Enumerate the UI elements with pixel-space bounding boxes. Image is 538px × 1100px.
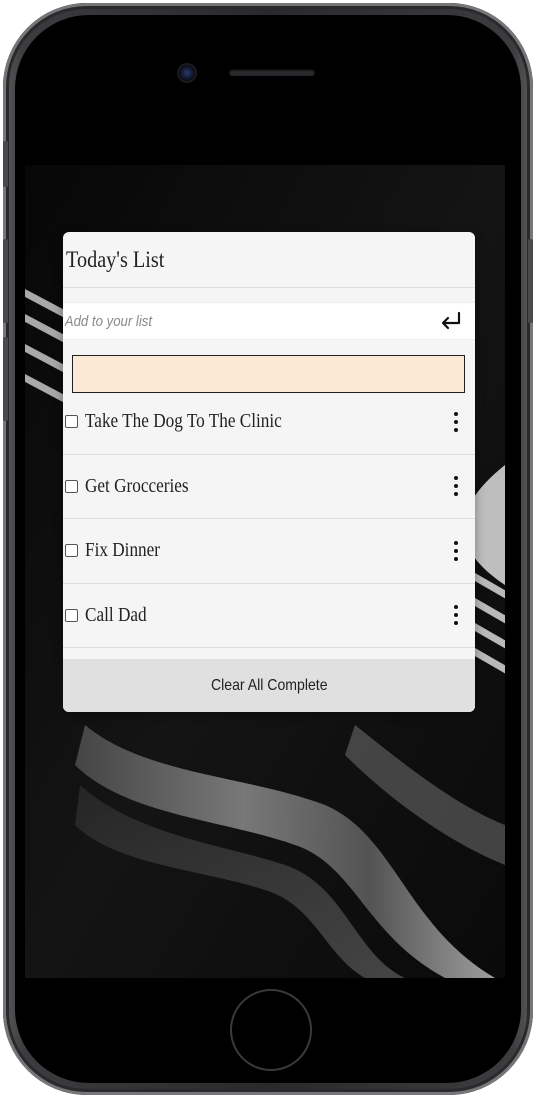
home-button[interactable] [230, 989, 312, 1071]
clear-all-complete-label: Clear All Complete [210, 676, 328, 694]
item-label: Get Grocceries [85, 474, 189, 497]
new-item-highlight-box [72, 355, 465, 393]
enter-return-icon[interactable] [437, 307, 465, 335]
todo-list: Take The Dog To The Clinic Get Groccerie… [63, 390, 475, 648]
item-checkbox[interactable] [65, 608, 78, 622]
list-item: Get Grocceries [63, 455, 475, 519]
kebab-menu-icon[interactable] [449, 537, 463, 565]
clear-all-complete-button[interactable]: Clear All Complete [63, 659, 475, 712]
mute-switch [3, 141, 8, 187]
todo-card: Today's List Take The Dog To The Clinic … [63, 232, 475, 712]
add-item-row [63, 302, 475, 340]
item-label: Call Dad [85, 603, 147, 626]
list-item: Take The Dog To The Clinic [63, 390, 475, 455]
power-button [528, 239, 533, 323]
item-label: Take The Dog To The Clinic [85, 410, 282, 433]
earpiece-speaker [229, 69, 315, 76]
kebab-menu-icon[interactable] [449, 472, 463, 500]
add-item-input[interactable] [63, 303, 380, 339]
volume-down-button [3, 337, 8, 421]
card-header: Today's List [63, 232, 475, 288]
list-item: Fix Dinner [63, 519, 475, 584]
list-title: Today's List [66, 246, 165, 272]
item-checkbox[interactable] [65, 415, 78, 429]
front-camera [179, 65, 195, 81]
item-label: Fix Dinner [85, 539, 161, 562]
kebab-menu-icon[interactable] [449, 601, 463, 629]
list-item: Call Dad [63, 584, 475, 648]
volume-up-button [3, 239, 8, 323]
kebab-menu-icon[interactable] [449, 408, 463, 436]
item-checkbox[interactable] [65, 479, 78, 493]
item-checkbox[interactable] [65, 544, 78, 558]
